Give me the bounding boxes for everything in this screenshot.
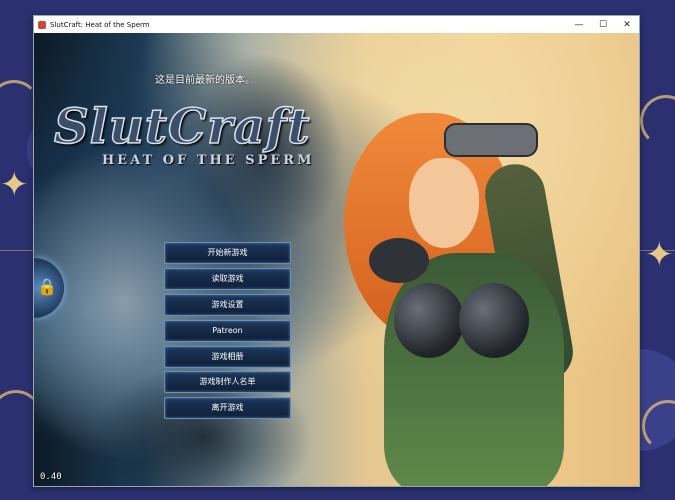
character-shoulder — [369, 238, 429, 283]
lock-icon: 🔒 — [37, 277, 57, 296]
main-menu: 开始新游戏 读取游戏 游戏设置 Patreon 游戏相册 游戏制作人名单 离开游… — [164, 242, 291, 423]
game-window: SlutCraft: Heat of the Sperm — ☐ ✕ 这是目前最… — [33, 15, 640, 487]
game-logo-subtitle: HEAT OF THE SPERM — [102, 153, 315, 168]
star-decor-icon: ✦ — [0, 165, 29, 205]
gallery-button[interactable]: 游戏相册 — [164, 345, 291, 368]
close-button[interactable]: ✕ — [615, 16, 639, 33]
version-label: 0.40 — [40, 472, 62, 482]
star-decor-icon: ✦ — [645, 235, 674, 275]
character-armor — [459, 283, 529, 358]
game-logo: SlutCraft — [53, 98, 311, 156]
app-icon — [38, 20, 46, 29]
character-illustration — [324, 103, 634, 486]
maximize-button[interactable]: ☐ — [591, 16, 615, 33]
credits-button[interactable]: 游戏制作人名单 — [164, 371, 291, 394]
character-armor — [394, 283, 464, 358]
game-viewport: 这是目前最新的版本。 SlutCraft HEAT OF THE SPERM 🔒… — [34, 33, 639, 486]
patreon-button[interactable]: Patreon — [164, 319, 291, 342]
decor-line — [0, 250, 33, 251]
new-game-button[interactable]: 开始新游戏 — [164, 242, 291, 264]
character-goggles — [444, 123, 538, 157]
load-game-button[interactable]: 读取游戏 — [164, 267, 291, 290]
quit-button[interactable]: 离开游戏 — [164, 397, 291, 420]
swirl-decor-icon — [640, 95, 675, 147]
swirl-decor-icon — [642, 400, 675, 452]
character-face — [409, 158, 479, 248]
minimize-button[interactable]: — — [567, 16, 591, 33]
window-title: SlutCraft: Heat of the Sperm — [50, 20, 150, 29]
settings-button[interactable]: 游戏设置 — [164, 293, 291, 316]
version-notice: 这是目前最新的版本。 — [155, 75, 255, 86]
title-bar[interactable]: SlutCraft: Heat of the Sperm — ☐ ✕ — [34, 16, 639, 33]
